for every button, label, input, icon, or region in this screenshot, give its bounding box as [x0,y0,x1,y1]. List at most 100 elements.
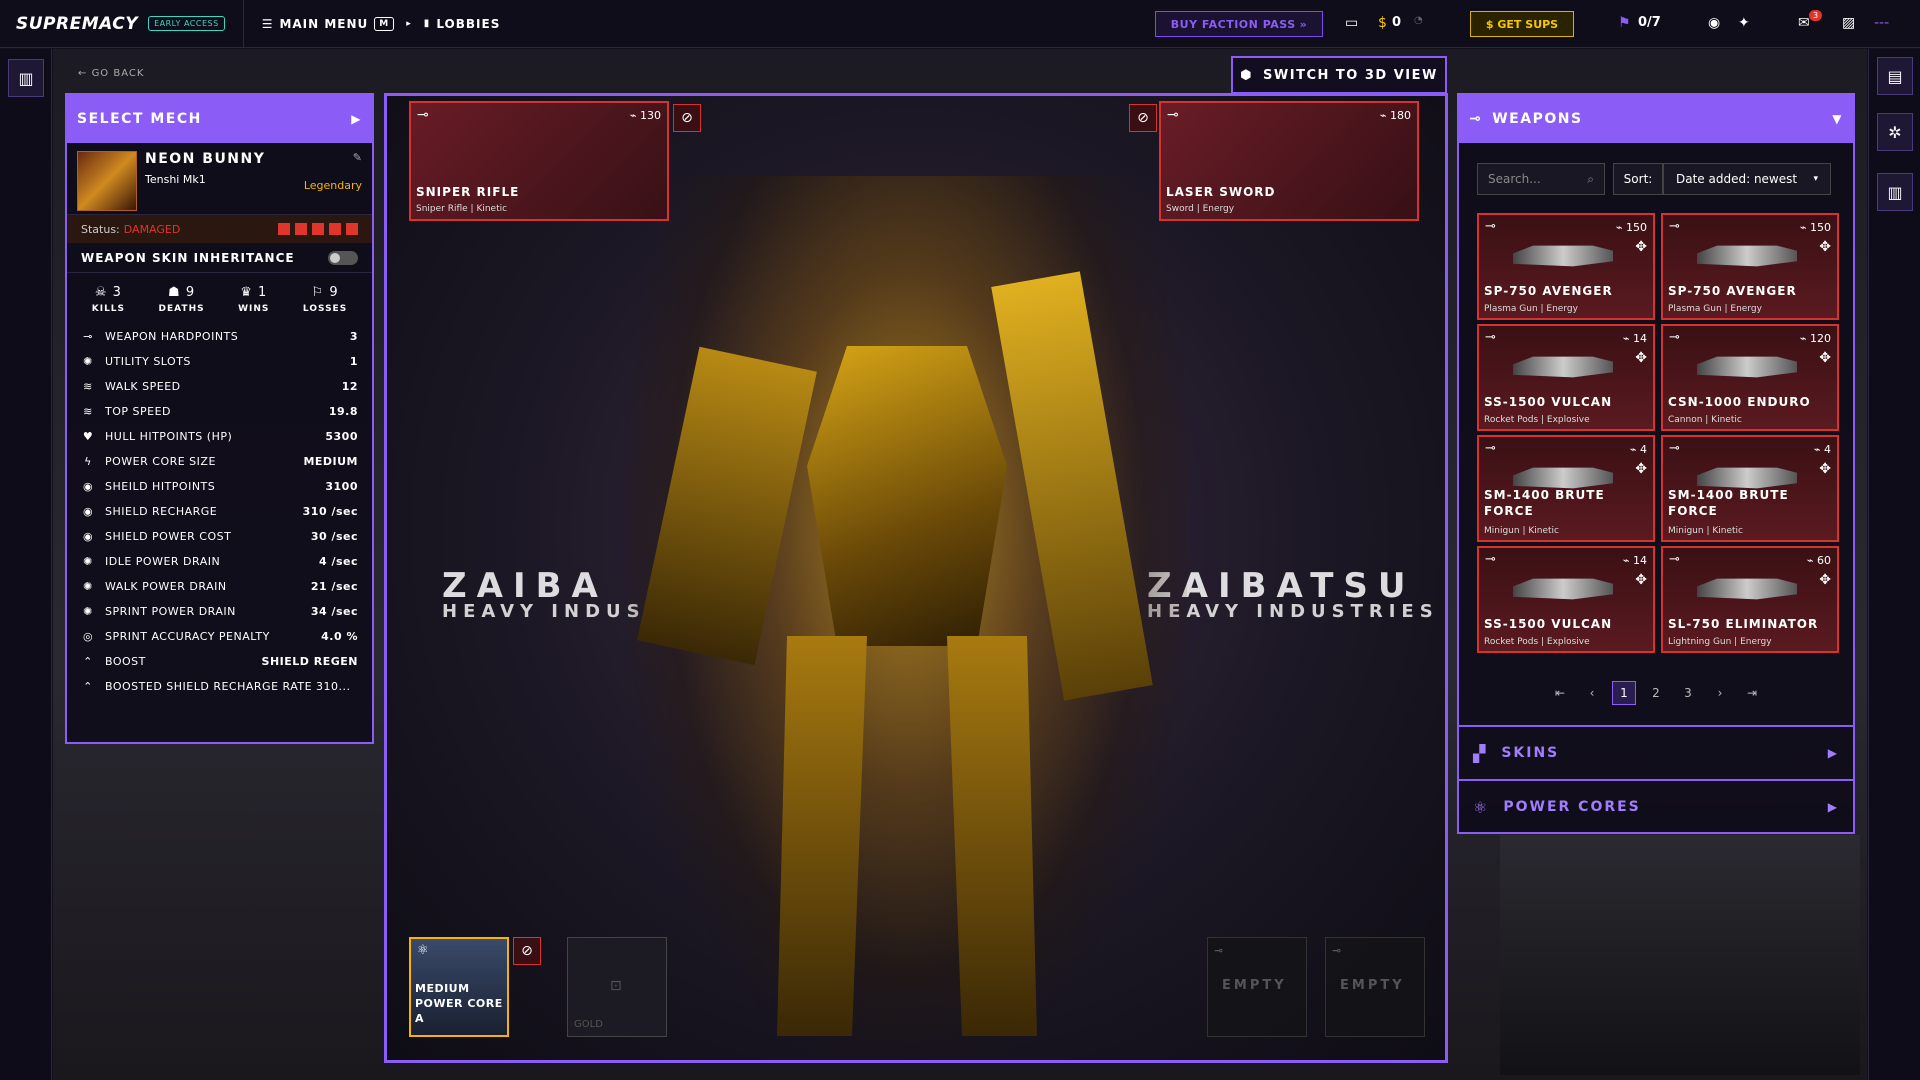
weapon-card[interactable]: ⊸ ⌁ 60 ✥ SL-750 ELIMINATOR Lightning Gun |… [1661,546,1839,653]
weapon-card[interactable]: ⊸ ⌁ 150 ✥ SP-750 AVENGER Plasma Gun | Ener… [1661,213,1839,320]
brand-sign-right-subtitle: HEAVY INDUSTRIES [1147,601,1439,622]
weapon-search-input[interactable]: Search... ⌕ [1477,163,1605,195]
weapon-type: Rocket Pods | Explosive [1484,415,1590,425]
stats-list: ⊸ WEAPON HARDPOINTS 3 ✺ UTILITY SLOTS 1 ≋ WAL… [67,320,372,699]
drag-handle-icon[interactable]: ✥ [1819,350,1831,366]
app-logo[interactable]: SUPREMACY [16,14,138,34]
stat-label: WALK SPEED [105,380,181,393]
twitter-icon[interactable]: ✦ [1738,15,1750,31]
health-segment [346,223,358,235]
unequip-right-icon[interactable]: ⊘ [1129,104,1157,132]
weapon-slot-left[interactable]: ⊸ ⌁ 130 SNIPER RIFLE Sniper Rifle | Kine… [409,101,669,221]
info-icon[interactable]: ◔ [1414,15,1423,26]
main-menu-shortcut: M [374,16,395,31]
page-2[interactable]: 2 [1644,681,1668,705]
switch-to-3d-view-button[interactable]: ⬢ SWITCH TO 3D VIEW [1231,56,1447,94]
shield-icon: ◉ [82,530,94,543]
go-back-label: GO BACK [91,68,145,79]
mech-leg-right [947,636,1037,1036]
mail-icon[interactable]: ✉ [1798,15,1810,31]
edit-icon[interactable]: ✎ [353,151,362,164]
power-drain-icon: ✺ [83,605,93,618]
stat-row: ✺ SPRINT POWER DRAIN 34 /sec [67,599,372,624]
avatar-icon[interactable]: ▨ [1842,15,1855,31]
weapon-name: SM-1400 BRUTE FORCE [1484,488,1605,518]
get-sups-label: GET SUPS [1497,17,1559,31]
get-sups-button[interactable]: $ GET SUPS [1470,11,1574,37]
weapon-card[interactable]: ⊸ ⌁ 14 ✥ SS-1500 VULCAN Rocket Pods | Expl… [1477,324,1655,431]
weapon-slot-type: Sniper Rifle | Kinetic [416,204,508,214]
health-segment [278,223,290,235]
weapon-name: SL-750 ELIMINATOR [1668,617,1819,631]
main-menu-button[interactable]: ☰ MAIN MENU M ▸ ▮ LOBBIES [262,16,501,31]
unequip-power-core-icon[interactable]: ⊘ [513,937,541,965]
wallet-icon[interactable]: ▭ [1345,15,1358,31]
stat-row: ◉ SHIELD POWER COST 30 /sec [67,524,372,549]
empty-slot-label: EMPTY [1340,978,1405,993]
next-page-icon[interactable]: › [1708,681,1732,705]
discord-icon[interactable]: ◉ [1708,15,1720,31]
losses-stat: ⚐ 9 LOSSES [303,285,347,314]
stat-row: ♥ HULL HITPOINTS (HP) 5300 [67,424,372,449]
search-icon: ⌕ [1587,171,1594,186]
ammo-value: 150 [1810,221,1831,234]
buy-faction-pass-button[interactable]: BUY FACTION PASS» [1155,11,1323,37]
brand-sign-left: ZAIBA [442,566,608,606]
drag-handle-icon[interactable]: ✥ [1635,572,1647,588]
top-bar: SUPREMACY EARLY ACCESS ☰ MAIN MENU M ▸ ▮… [0,0,1920,48]
page-1[interactable]: 1 [1612,681,1636,705]
mech-model-render [627,176,1187,1056]
unequip-left-icon[interactable]: ⊘ [673,104,701,132]
weapon-card[interactable]: ⊸ ⌁ 14 ✥ SS-1500 VULCAN Rocket Pods | Expl… [1477,546,1655,653]
gun-icon: ⊸ [417,107,429,123]
breadcrumb-lobbies[interactable]: LOBBIES [436,17,500,31]
stat-row: ◉ SHEILD HITPOINTS 3100 [67,474,372,499]
weapons-header[interactable]: ⊸ WEAPONS ▼ [1459,95,1853,143]
more-menu[interactable]: --- [1874,15,1889,31]
weapon-name: SS-1500 VULCAN [1484,395,1613,409]
empty-slot-1[interactable]: ⊸ EMPTY [1207,937,1307,1037]
sort-label: Sort: [1613,163,1663,195]
mech-card[interactable]: NEON BUNNY ✎ Tenshi Mk1 Legendary [67,143,372,215]
drag-handle-icon[interactable]: ✥ [1819,461,1831,477]
drag-handle-icon[interactable]: ✥ [1635,461,1647,477]
empty-slot-label: EMPTY [1222,978,1287,993]
drag-handle-icon[interactable]: ✥ [1635,350,1647,366]
weapon-card[interactable]: ⊸ ⌁ 4 ✥ SM-1400 BRUTE FORCE Minigun | Kine… [1477,435,1655,542]
weapon-skin-inheritance-toggle[interactable] [328,250,358,265]
main-menu-label: MAIN MENU [279,16,369,31]
flag-icon[interactable]: ⚑ [1618,15,1631,31]
faction-shield-icon[interactable]: ▥ [8,59,44,97]
empty-slot-2[interactable]: ⊸ EMPTY [1325,937,1425,1037]
ammo-value: 14 [1633,332,1647,345]
drag-handle-icon[interactable]: ✥ [1635,239,1647,255]
page-3[interactable]: 3 [1676,681,1700,705]
utility-slot-locked[interactable]: ⊡ GOLD [567,937,667,1037]
weapons-panel: ⊸ WEAPONS ▼ Search... ⌕ Sort: Date added… [1457,93,1855,834]
settings-gear-icon[interactable]: ✲ [1877,113,1913,151]
weapon-card[interactable]: ⊸ ⌁ 120 ✥ CSN-1000 ENDURO Cannon | Kinetic [1661,324,1839,431]
drag-handle-icon[interactable]: ✥ [1819,239,1831,255]
sups-balance: 0 [1392,15,1402,30]
first-page-icon[interactable]: ⇤ [1548,681,1572,705]
mech-torso [807,346,1007,646]
health-segment [329,223,341,235]
drag-handle-icon[interactable]: ✥ [1819,572,1831,588]
power-cores-accordion[interactable]: ⚛ POWER CORES ▶ [1459,779,1853,833]
prev-page-icon[interactable]: ‹ [1580,681,1604,705]
chat-icon[interactable]: ▤ [1877,57,1913,95]
mech-leg-left [777,636,867,1036]
sort-select[interactable]: Date added: newest ▾ [1663,163,1831,195]
power-core-label: MEDIUM POWER CORE A [415,982,503,1025]
power-core-slot[interactable]: ⚛ MEDIUM POWER CORE A [409,937,509,1037]
go-back-link[interactable]: ← GO BACK [78,68,144,79]
weapon-card[interactable]: ⊸ ⌁ 4 ✥ SM-1400 BRUTE FORCE Minigun | Kine… [1661,435,1839,542]
weapon-slot-right[interactable]: ⊸ ⌁ 180 LASER SWORD Sword | Energy [1159,101,1419,221]
last-page-icon[interactable]: ⇥ [1740,681,1764,705]
faction-shield-right-icon[interactable]: ▥ [1877,173,1913,211]
divider [242,0,244,48]
weapon-card[interactable]: ⊸ ⌁ 150 ✥ SP-750 AVENGER Plasma Gun | Ener… [1477,213,1655,320]
stat-label: SHIELD POWER COST [105,530,232,543]
skins-accordion[interactable]: ▞ SKINS ▶ [1459,725,1853,779]
select-mech-header[interactable]: SELECT MECH ▶ [67,95,372,143]
